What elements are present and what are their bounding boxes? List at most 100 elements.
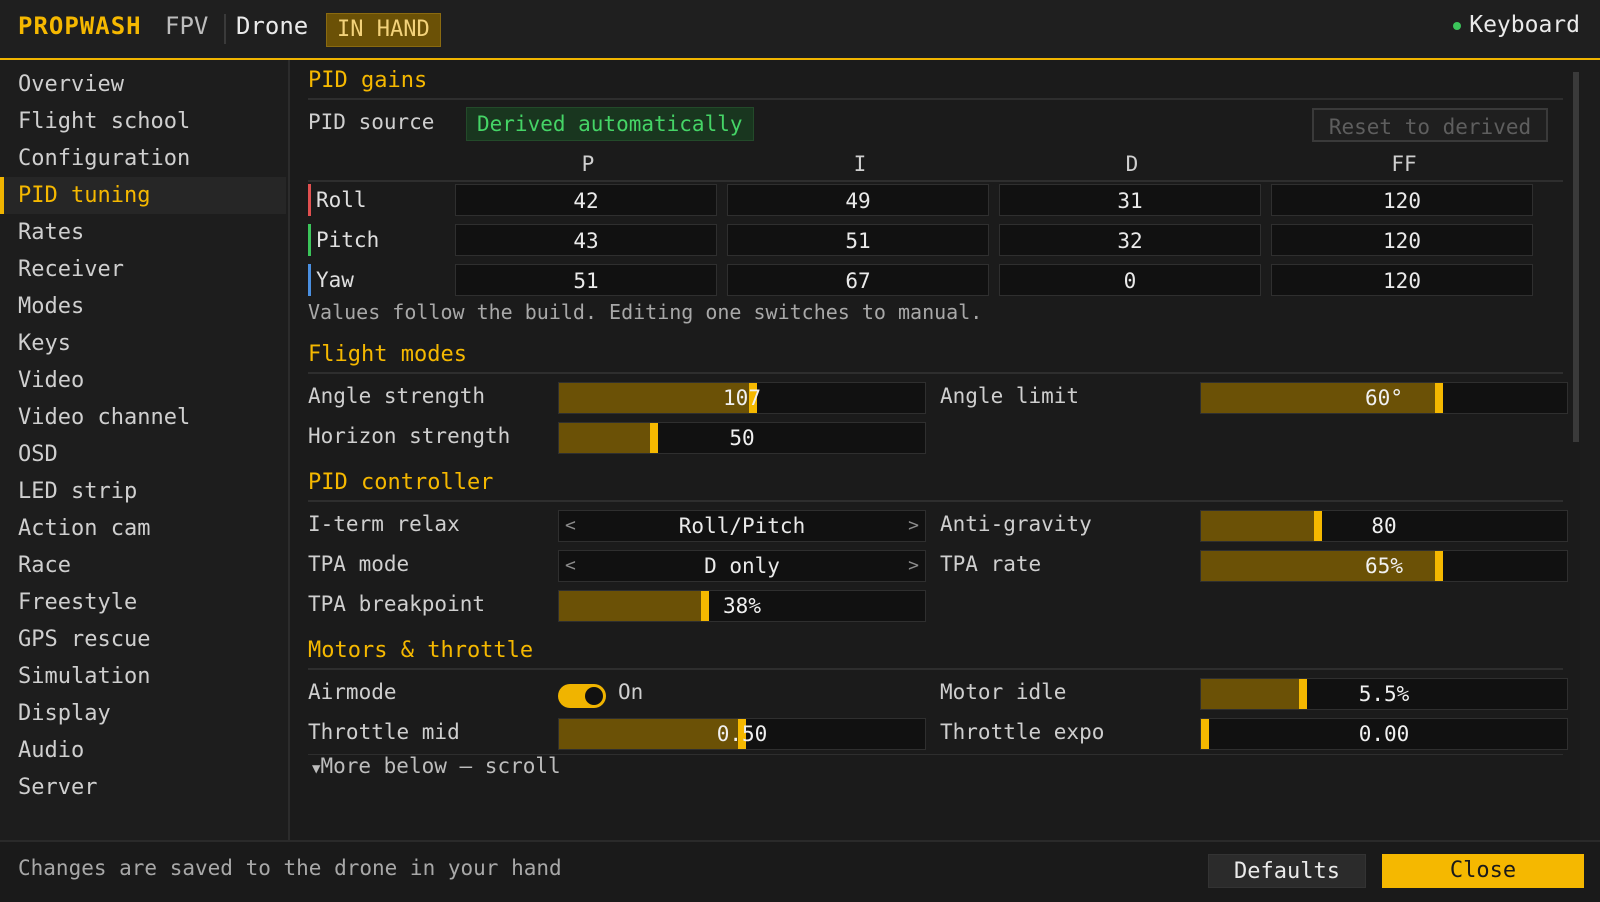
section-divider: [308, 500, 1563, 502]
angle-limit-label: Angle limit: [940, 384, 1080, 408]
sidebar-item-action-cam[interactable]: Action cam: [0, 510, 286, 547]
axis-label-pitch: Pitch: [308, 224, 379, 256]
sidebar-item-video[interactable]: Video: [0, 362, 286, 399]
roll-d-field[interactable]: 31: [999, 184, 1261, 216]
slider-value: 0.50: [716, 722, 768, 746]
context-label: Drone: [236, 12, 309, 40]
sidebar-item-led-strip[interactable]: LED strip: [0, 473, 286, 510]
section-divider: [308, 668, 1563, 670]
anti-gravity-slider[interactable]: 80: [1200, 510, 1568, 542]
selector-value: D only: [704, 554, 780, 578]
pitch-d-field[interactable]: 32: [999, 224, 1261, 256]
yaw-p-field[interactable]: 51: [455, 264, 717, 296]
status-badge: IN HAND: [326, 13, 441, 47]
scroll-hint-text: More below — scroll: [320, 754, 561, 778]
toggle-knob: [585, 687, 603, 705]
sidebar-item-overview[interactable]: Overview: [0, 66, 286, 103]
column-header-i: I: [853, 152, 867, 176]
selector-value: Roll/Pitch: [678, 514, 806, 538]
axis-name: Yaw: [316, 268, 354, 292]
pitch-color-bar: [308, 224, 311, 256]
sidebar-item-simulation[interactable]: Simulation: [0, 658, 286, 695]
pid-tuning-panel: PID gains PID source Derived automatical…: [290, 60, 1580, 840]
slider-value: 107: [723, 386, 761, 410]
sidebar-item-server[interactable]: Server: [0, 769, 286, 806]
sidebar-item-display[interactable]: Display: [0, 695, 286, 732]
throttle-mid-slider[interactable]: 0.50: [558, 718, 926, 750]
section-title-pid-controller: PID controller: [308, 470, 494, 495]
table-header-divider: [308, 180, 1563, 182]
yaw-color-bar: [308, 264, 311, 296]
sidebar-item-rates[interactable]: Rates: [0, 214, 286, 251]
tpa-rate-slider[interactable]: 65%: [1200, 550, 1568, 582]
yaw-d-field[interactable]: 0: [999, 264, 1261, 296]
tpa-rate-label: TPA rate: [940, 552, 1042, 576]
defaults-button[interactable]: Defaults: [1208, 854, 1366, 888]
airmode-toggle[interactable]: [558, 684, 606, 708]
section-title-pid-gains: PID gains: [308, 68, 428, 93]
input-mode-indicator: Keyboard: [1453, 12, 1580, 38]
sidebar-item-freestyle[interactable]: Freestyle: [0, 584, 286, 621]
sidebar-item-receiver[interactable]: Receiver: [0, 251, 286, 288]
footer-bar: Changes are saved to the drone in your h…: [0, 840, 1600, 902]
motor-idle-slider[interactable]: 5.5%: [1200, 678, 1568, 710]
slider-value: 5.5%: [1358, 682, 1410, 706]
section-divider: [308, 98, 1563, 100]
airmode-label: Airmode: [308, 680, 397, 704]
scroll-hint: ▼More below — scroll: [312, 754, 561, 778]
sidebar-item-pid-tuning[interactable]: PID tuning: [0, 177, 286, 214]
sidebar-item-race[interactable]: Race: [0, 547, 286, 584]
sidebar-item-gps-rescue[interactable]: GPS rescue: [0, 621, 286, 658]
iterm-relax-selector[interactable]: < Roll/Pitch >: [558, 510, 926, 542]
axis-label-yaw: Yaw: [308, 264, 354, 296]
axis-name: Pitch: [316, 228, 380, 252]
header-bar: PROPWASH FPV Drone IN HAND Keyboard: [0, 0, 1600, 60]
section-title-flight-modes: Flight modes: [308, 342, 467, 367]
tpa-breakpoint-label: TPA breakpoint: [308, 592, 486, 616]
section-title-motors-throttle: Motors & throttle: [308, 638, 534, 663]
chevron-right-icon[interactable]: >: [908, 551, 919, 581]
roll-i-field[interactable]: 49: [727, 184, 989, 216]
angle-limit-slider[interactable]: 60°: [1200, 382, 1568, 414]
scrollbar-thumb[interactable]: [1573, 72, 1579, 442]
horizon-strength-label: Horizon strength: [308, 424, 511, 448]
iterm-relax-label: I-term relax: [308, 512, 460, 536]
sidebar-item-configuration[interactable]: Configuration: [0, 140, 286, 177]
slider-value: 65%: [1365, 554, 1403, 578]
sidebar-item-audio[interactable]: Audio: [0, 732, 286, 769]
chevron-right-icon[interactable]: >: [908, 511, 919, 541]
brand-logo: PROPWASH: [18, 12, 142, 40]
throttle-expo-label: Throttle expo: [940, 720, 1105, 744]
pitch-ff-field[interactable]: 120: [1271, 224, 1533, 256]
tpa-breakpoint-slider[interactable]: 38%: [558, 590, 926, 622]
throttle-expo-slider[interactable]: 0.00: [1200, 718, 1568, 750]
input-mode-label: Keyboard: [1469, 12, 1580, 38]
close-button[interactable]: Close: [1382, 854, 1584, 888]
anti-gravity-label: Anti-gravity: [940, 512, 1092, 536]
pitch-p-field[interactable]: 43: [455, 224, 717, 256]
sidebar-item-osd[interactable]: OSD: [0, 436, 286, 473]
roll-p-field[interactable]: 42: [455, 184, 717, 216]
sidebar-item-keys[interactable]: Keys: [0, 325, 286, 362]
header-divider: [224, 14, 226, 44]
column-header-d: D: [1125, 152, 1139, 176]
pid-source-label: PID source: [308, 110, 435, 134]
status-message: Changes are saved to the drone in your h…: [18, 856, 562, 880]
tpa-mode-selector[interactable]: < D only >: [558, 550, 926, 582]
section-divider: [308, 372, 1563, 374]
reset-to-derived-button[interactable]: Reset to derived: [1312, 108, 1548, 142]
column-header-p: P: [581, 152, 595, 176]
angle-strength-slider[interactable]: 107: [558, 382, 926, 414]
pid-source-chip: Derived automatically: [466, 107, 754, 141]
yaw-ff-field[interactable]: 120: [1271, 264, 1533, 296]
sidebar-item-modes[interactable]: Modes: [0, 288, 286, 325]
roll-ff-field[interactable]: 120: [1271, 184, 1533, 216]
pitch-i-field[interactable]: 51: [727, 224, 989, 256]
horizon-strength-slider[interactable]: 50: [558, 422, 926, 454]
sidebar-item-flight-school[interactable]: Flight school: [0, 103, 286, 140]
roll-color-bar: [308, 184, 311, 216]
airmode-state: On: [618, 680, 644, 704]
yaw-i-field[interactable]: 67: [727, 264, 989, 296]
scrollbar[interactable]: [1572, 72, 1580, 752]
sidebar-item-video-channel[interactable]: Video channel: [0, 399, 286, 436]
